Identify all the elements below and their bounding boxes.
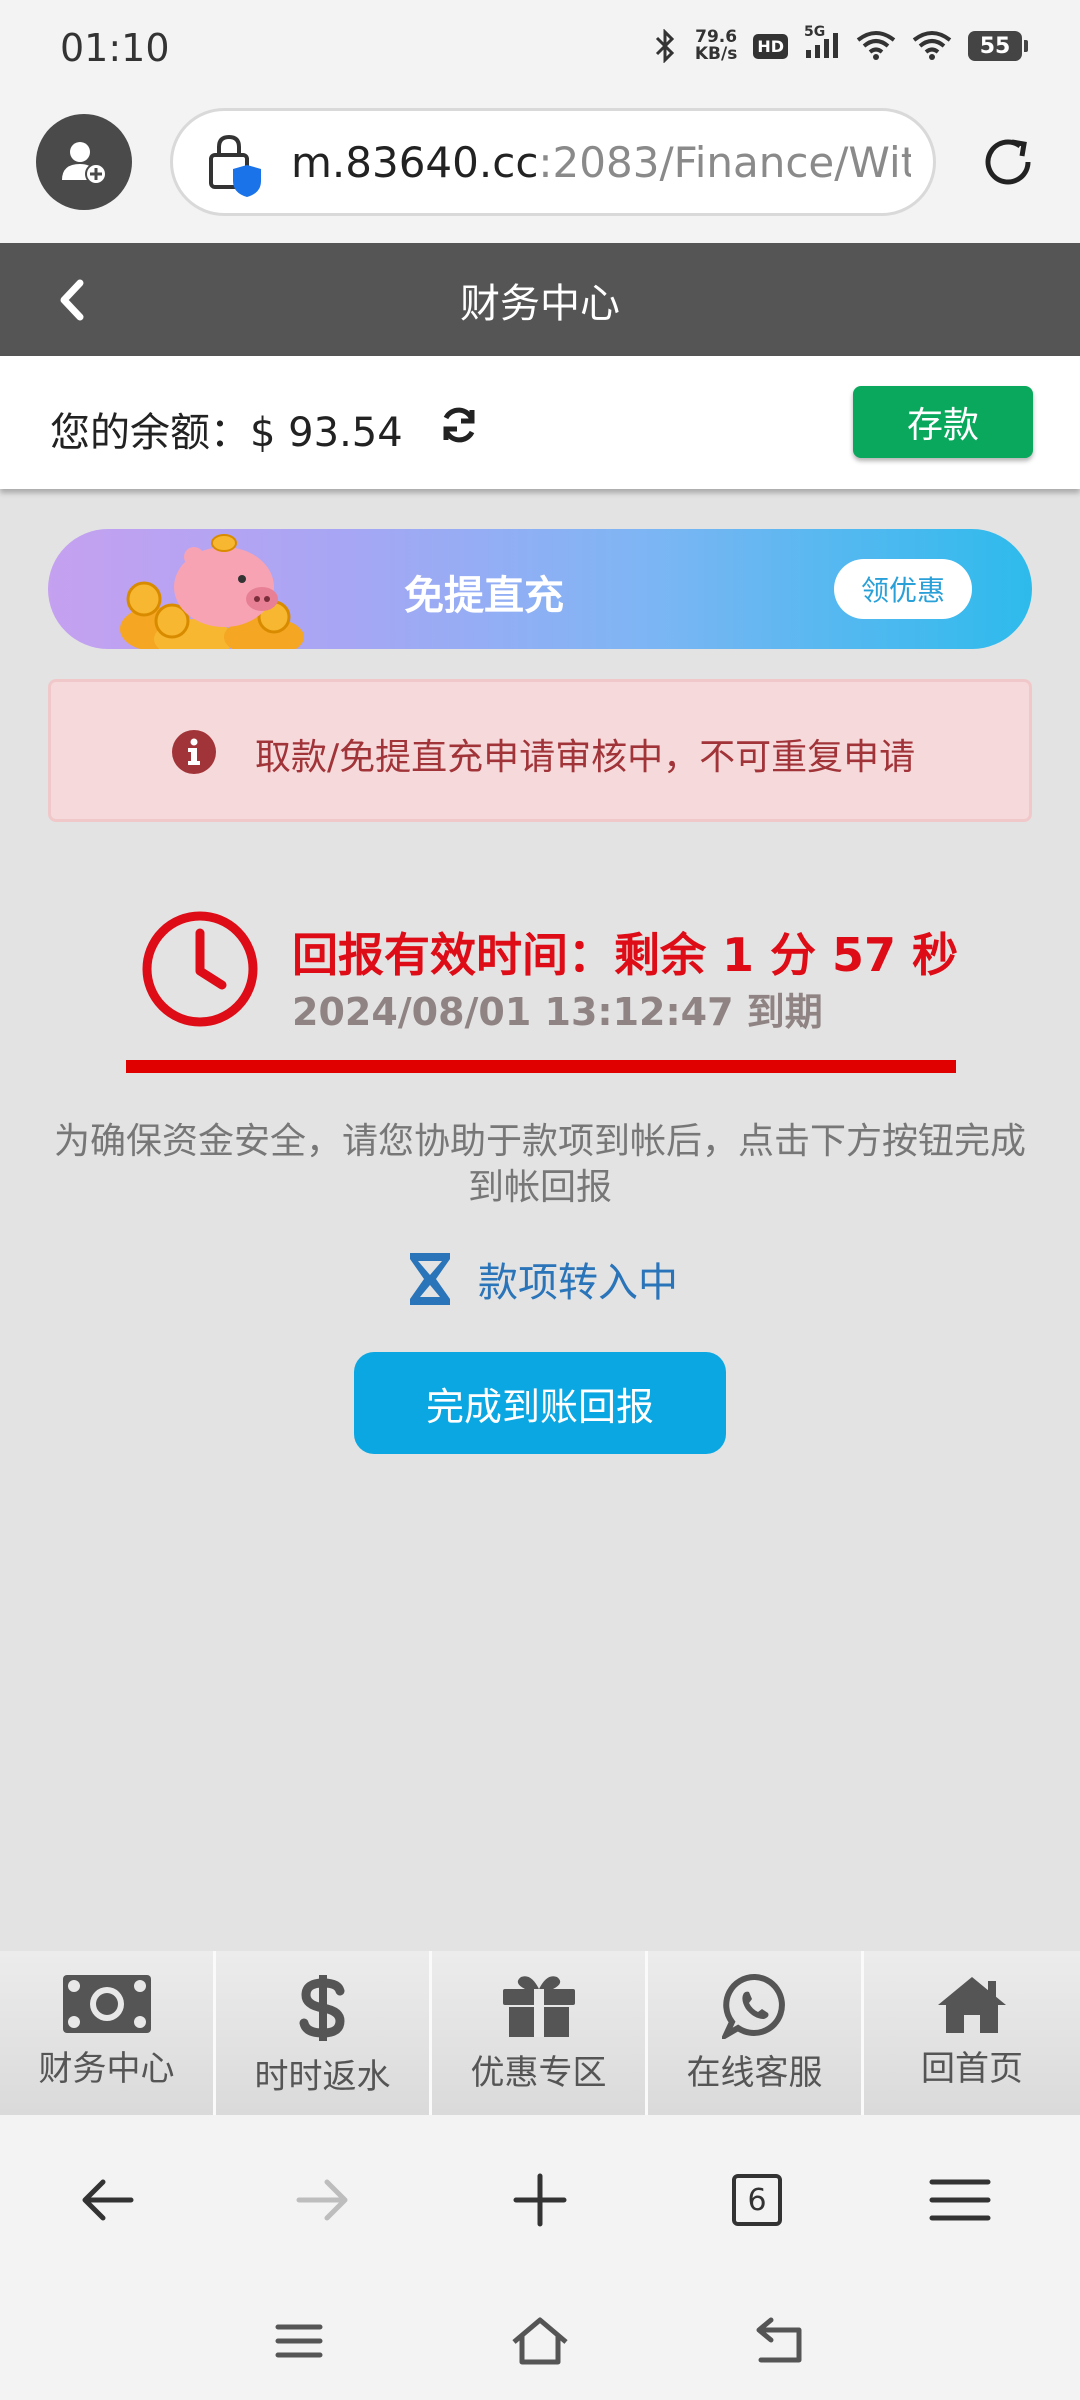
- nav-promotions[interactable]: 优惠专区: [432, 1951, 648, 2115]
- arrow-left-icon: [82, 2179, 134, 2221]
- url-path: :2083/Finance/Withd: [538, 138, 911, 187]
- cell-signal-icon: 5G: [804, 24, 840, 64]
- secure-lock-icon: [209, 134, 261, 197]
- site-bottom-nav: 财务中心 时时返水 优惠专区 在线客服 回首页: [0, 1951, 1080, 2115]
- clock-time: 01:10: [60, 26, 170, 70]
- dollar-icon: [299, 1975, 345, 2041]
- nav-customer-service[interactable]: 在线客服: [648, 1951, 864, 2115]
- wifi-icon: [856, 31, 896, 60]
- arrow-right-icon: [296, 2179, 348, 2221]
- promo-banner[interactable]: 免提直充 领优惠: [48, 529, 1032, 649]
- plus-icon: [513, 2173, 567, 2227]
- url-host: m.83640.cc: [291, 138, 539, 187]
- network-type: 5G: [804, 24, 826, 40]
- status-bar: 01:10 79.6 KB/s HD 5G 55: [0, 0, 1080, 100]
- add-user-icon: [62, 142, 107, 185]
- back-nav-button[interactable]: [745, 2306, 815, 2376]
- system-navigation-bar: [0, 2280, 1080, 2400]
- time-remaining: 回报有效时间：剩余 1 分 57 秒: [292, 928, 959, 982]
- reload-button[interactable]: [972, 126, 1044, 198]
- confirm-receipt-button[interactable]: 完成到账回报: [354, 1352, 726, 1454]
- deposit-button[interactable]: 存款: [853, 386, 1033, 458]
- timer-progress-bar: [126, 1060, 956, 1073]
- balance-display: 您的余额：$ 93.54: [50, 400, 403, 458]
- recent-apps-icon: [275, 2324, 323, 2358]
- browser-forward-button[interactable]: [288, 2165, 358, 2235]
- profile-button[interactable]: [36, 114, 132, 210]
- hourglass-icon: [410, 1253, 450, 1305]
- browser-back-button[interactable]: [72, 2165, 142, 2235]
- return-icon: [756, 2317, 802, 2363]
- nav-rebate[interactable]: 时时返水: [216, 1951, 432, 2115]
- hamburger-menu-icon: [929, 2179, 991, 2221]
- tab-count: 6: [732, 2174, 782, 2226]
- new-tab-button[interactable]: [505, 2165, 575, 2235]
- info-icon: [172, 730, 216, 774]
- whatsapp-icon: [721, 1973, 785, 2039]
- reload-icon: [985, 139, 1031, 185]
- clock-icon: [142, 911, 258, 1027]
- tabs-button[interactable]: 6: [722, 2165, 792, 2235]
- nav-label: 优惠专区: [470, 2053, 607, 2093]
- net-speed: 79.6 KB/s: [695, 29, 737, 63]
- promo-title: 免提直充: [404, 573, 564, 619]
- url-field[interactable]: m.83640.cc:2083/Finance/Withd: [170, 108, 936, 216]
- battery-icon: 55: [968, 31, 1028, 61]
- home-icon: [938, 1977, 1006, 2033]
- home-outline-icon: [512, 2317, 568, 2365]
- recent-apps-button[interactable]: [264, 2306, 334, 2376]
- balance-label: 您的余额：: [50, 410, 250, 456]
- home-nav-button[interactable]: [505, 2306, 575, 2376]
- url-text: m.83640.cc:2083/Finance/Withd: [291, 138, 911, 187]
- transfer-status-text: 款项转入中: [478, 1260, 678, 1306]
- nav-label: 在线客服: [686, 2053, 823, 2093]
- instruction-text: 为确保资金安全，请您协助于款项到帐后，点击下方按钮完成到帐回报: [53, 1121, 1026, 1208]
- nav-label: 时时返水: [254, 2057, 391, 2097]
- expiry-time: 2024/08/01 13:12:47 到期: [292, 990, 823, 1034]
- claim-offer-button[interactable]: 领优惠: [834, 559, 972, 619]
- pending-alert: 取款/免提直充申请审核中，不可重复申请: [48, 679, 1032, 822]
- wifi-icon-2: [912, 31, 952, 60]
- bluetooth-icon: [655, 29, 674, 63]
- main-content: 免提直充 领优惠 取款/免提直充申请审核中，不可重复申请 回报有效时间：剩余 1…: [0, 489, 1080, 1951]
- balance-bar: 您的余额：$ 93.54 存款: [0, 356, 1080, 489]
- balance-amount: 93.54: [288, 410, 403, 456]
- nav-home[interactable]: 回首页: [864, 1951, 1080, 2115]
- balance-currency: $: [250, 410, 276, 456]
- transfer-status: 款项转入中: [0, 1249, 1080, 1309]
- nav-label: 财务中心: [38, 2049, 175, 2089]
- hd-badge: HD: [753, 33, 788, 59]
- page-title: 财务中心: [460, 281, 620, 327]
- status-icons: 79.6 KB/s HD 5G 55: [651, 24, 1028, 64]
- browser-menu-button[interactable]: [925, 2165, 995, 2235]
- page-header: 财务中心: [0, 243, 1080, 356]
- browser-toolbar: 6: [0, 2115, 1080, 2280]
- net-speed-unit: KB/s: [694, 44, 738, 64]
- nav-finance-center[interactable]: 财务中心: [0, 1951, 216, 2115]
- nav-label: 回首页: [921, 2049, 1023, 2089]
- browser-url-bar: m.83640.cc:2083/Finance/Withd: [0, 100, 1080, 243]
- alert-text: 取款/免提直充申请审核中，不可重复申请: [255, 737, 916, 778]
- gift-icon: [502, 1976, 575, 2037]
- refresh-balance-icon[interactable]: [438, 404, 480, 446]
- money-icon: [62, 1975, 151, 2033]
- piggy-bank-icon: [120, 534, 304, 649]
